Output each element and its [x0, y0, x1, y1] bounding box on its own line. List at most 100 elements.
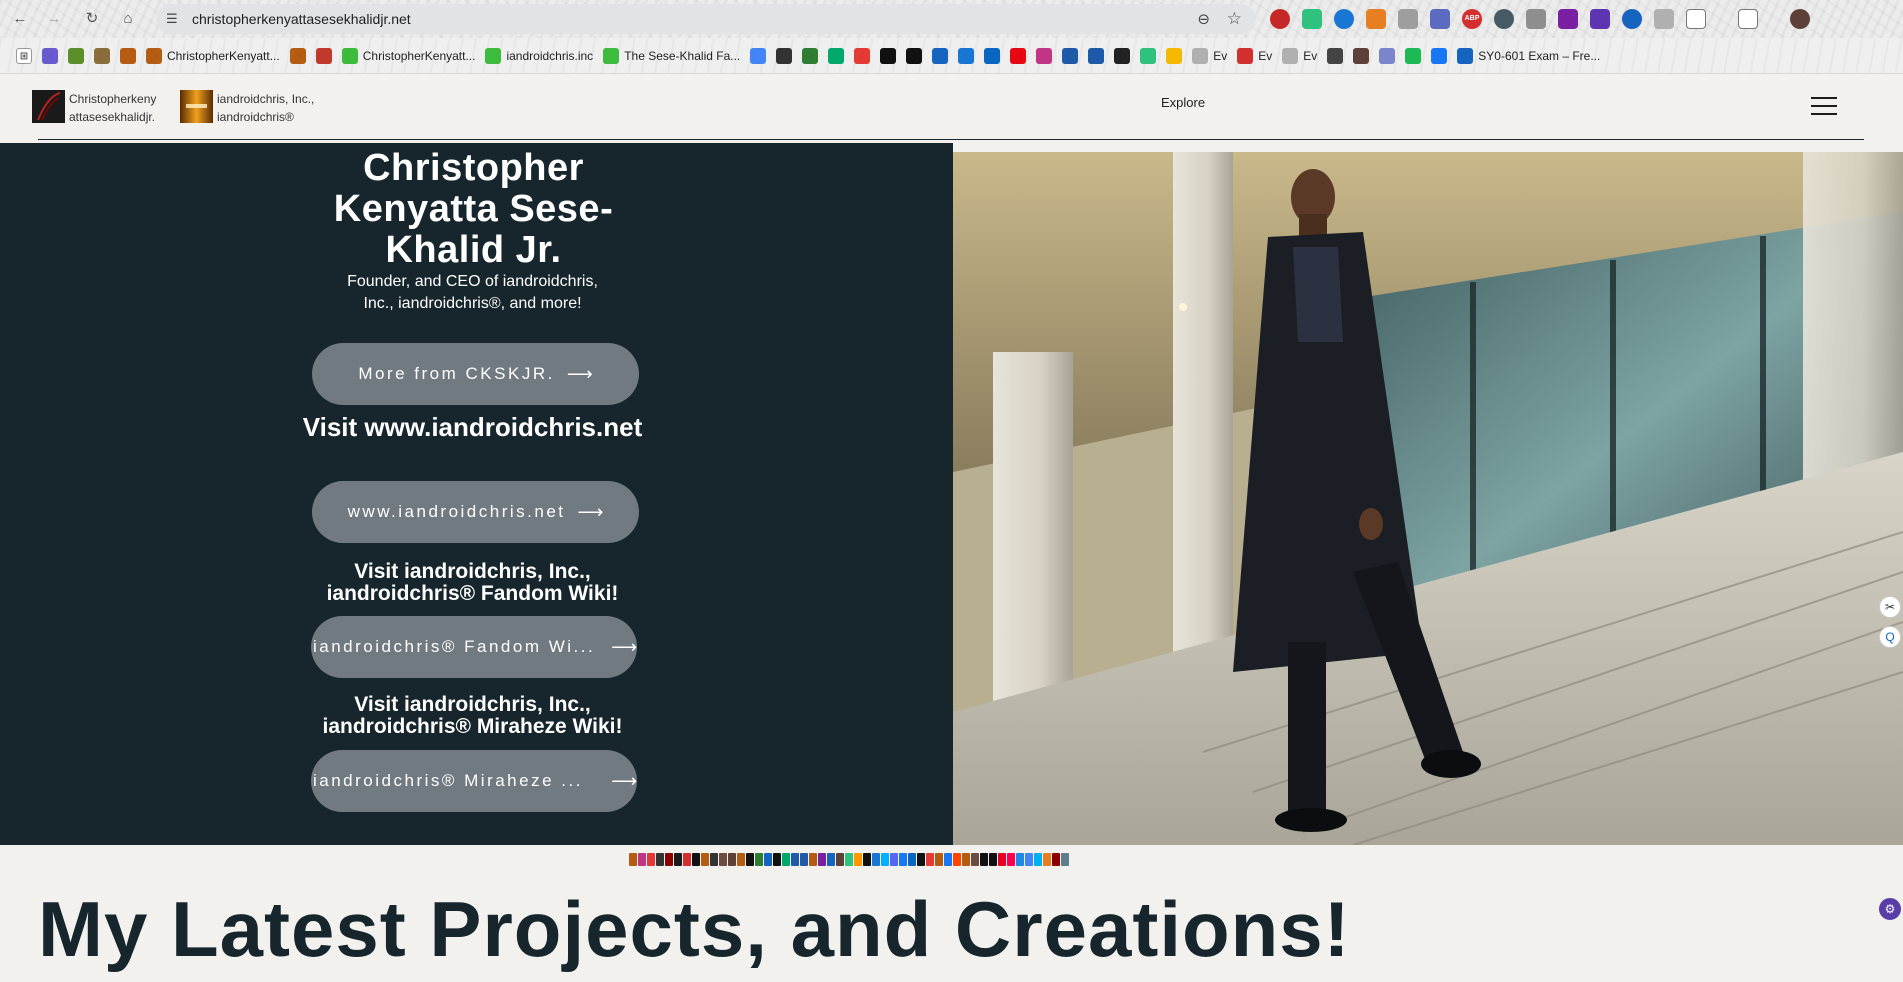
social-link-icon[interactable] — [863, 853, 871, 866]
bookmark-item[interactable]: Ev — [1282, 48, 1317, 64]
site-info-icon[interactable]: ☰ — [166, 11, 182, 27]
extension-opera-icon[interactable] — [1270, 9, 1290, 29]
forward-icon[interactable]: → — [44, 9, 64, 29]
social-link-icon[interactable] — [809, 853, 817, 866]
social-link-icon[interactable] — [737, 853, 745, 866]
social-link-icon[interactable] — [980, 853, 988, 866]
social-link-icon[interactable] — [1043, 853, 1051, 866]
bookmark-item[interactable]: The Sese-Khalid Fa... — [603, 48, 740, 64]
extensions-puzzle-icon[interactable] — [1686, 9, 1706, 29]
bookmark-item[interactable]: ChristopherKenyatt... — [341, 48, 475, 64]
bookmark-item[interactable] — [1166, 48, 1183, 64]
more-from-ckskjr-button[interactable]: More from CKSKJR. ⟶ — [312, 343, 639, 405]
bookmark-item[interactable] — [1405, 48, 1422, 64]
bookmark-item[interactable] — [776, 48, 793, 64]
social-link-icon[interactable] — [1052, 853, 1060, 866]
bookmark-item[interactable] — [802, 48, 819, 64]
bookmark-item[interactable] — [1140, 48, 1157, 64]
social-link-icon[interactable] — [764, 853, 772, 866]
social-link-icon[interactable] — [926, 853, 934, 866]
bookmark-item[interactable]: SY0-601 Exam – Fre... — [1457, 48, 1600, 64]
social-link-icon[interactable] — [782, 853, 790, 866]
extension-gray-icon[interactable] — [1398, 9, 1418, 29]
social-link-icon[interactable] — [845, 853, 853, 866]
bookmark-item[interactable] — [42, 48, 58, 64]
bookmark-item[interactable] — [958, 48, 975, 64]
tab-search-icon[interactable] — [1738, 9, 1758, 29]
apps-icon[interactable]: ⊞ — [16, 48, 32, 64]
bookmark-item[interactable] — [1062, 48, 1079, 64]
social-link-icon[interactable] — [638, 853, 646, 866]
bookmark-item[interactable]: ChristopherKenyatt... — [146, 48, 280, 64]
bookmark-item[interactable] — [932, 48, 949, 64]
bookmark-item[interactable] — [289, 48, 306, 64]
social-link-icon[interactable] — [827, 853, 835, 866]
brand-ckskjr[interactable]: Christopherkeny attasesekhalidjr. — [32, 90, 167, 126]
social-link-icon[interactable] — [917, 853, 925, 866]
extension-q-icon[interactable] — [1622, 9, 1642, 29]
iandroidchris-site-button[interactable]: www.iandroidchris.net ⟶ — [312, 481, 639, 543]
bookmark-item[interactable] — [1353, 48, 1370, 64]
social-link-icon[interactable] — [989, 853, 997, 866]
social-link-icon[interactable] — [998, 853, 1006, 866]
bookmark-item[interactable] — [94, 48, 110, 64]
address-bar[interactable]: ☰ christopherkenyattasesekhalidjr.net ⊖ … — [156, 4, 1256, 34]
social-link-icon[interactable] — [800, 853, 808, 866]
brand-iandroidchris[interactable]: iandroidchris, Inc., iandroidchris® — [180, 90, 327, 126]
bookmark-item[interactable] — [828, 48, 845, 64]
social-link-icon[interactable] — [908, 853, 916, 866]
extension-purple-icon[interactable] — [1558, 9, 1578, 29]
bookmark-item[interactable] — [880, 48, 897, 64]
q-assistant-icon[interactable]: Q — [1879, 626, 1901, 648]
bookmark-item[interactable] — [1036, 48, 1053, 64]
extension-leaf-icon[interactable] — [1302, 9, 1322, 29]
settings-gear-icon[interactable]: ⚙ — [1879, 898, 1901, 920]
social-link-icon[interactable] — [854, 853, 862, 866]
social-link-icon[interactable] — [692, 853, 700, 866]
social-link-icon[interactable] — [710, 853, 718, 866]
extension-card-icon[interactable] — [1430, 9, 1450, 29]
social-link-icon[interactable] — [1007, 853, 1015, 866]
social-link-icon[interactable] — [755, 853, 763, 866]
social-link-icon[interactable] — [719, 853, 727, 866]
scissors-icon[interactable]: ✂ — [1879, 596, 1901, 618]
bookmark-item[interactable] — [120, 48, 136, 64]
bookmark-item[interactable] — [68, 48, 84, 64]
extension-heart-icon[interactable] — [1526, 9, 1546, 29]
social-link-icon[interactable] — [962, 853, 970, 866]
social-link-icon[interactable] — [647, 853, 655, 866]
bookmark-item[interactable] — [1327, 48, 1344, 64]
profile-avatar[interactable] — [1790, 9, 1810, 29]
social-link-icon[interactable] — [944, 853, 952, 866]
bookmark-item[interactable]: iandroidchris.inc — [485, 48, 593, 64]
bookmark-item[interactable] — [1010, 48, 1027, 64]
bookmark-star-icon[interactable]: ☆ — [1227, 9, 1242, 29]
social-link-icon[interactable] — [1061, 853, 1069, 866]
bookmark-item[interactable]: Ev — [1237, 48, 1272, 64]
bookmark-item[interactable] — [1114, 48, 1131, 64]
zoom-icon[interactable]: ⊖ — [1197, 10, 1210, 28]
bookmark-item[interactable] — [1088, 48, 1105, 64]
miraheze-wiki-button[interactable]: iandroidchris® Miraheze ... ⟶ — [311, 750, 637, 812]
social-link-icon[interactable] — [1034, 853, 1042, 866]
social-link-icon[interactable] — [899, 853, 907, 866]
social-link-icon[interactable] — [836, 853, 844, 866]
back-icon[interactable]: ← — [10, 9, 30, 29]
nav-explore[interactable]: Explore — [1161, 95, 1205, 110]
social-link-icon[interactable] — [935, 853, 943, 866]
extension-globe-icon[interactable] — [1494, 9, 1514, 29]
bookmark-item[interactable] — [984, 48, 1001, 64]
bookmark-item[interactable] — [1379, 48, 1396, 64]
social-link-icon[interactable] — [818, 853, 826, 866]
bookmark-item[interactable] — [854, 48, 871, 64]
social-link-icon[interactable] — [629, 853, 637, 866]
social-link-icon[interactable] — [701, 853, 709, 866]
social-link-icon[interactable] — [890, 853, 898, 866]
home-icon[interactable]: ⌂ — [118, 9, 138, 29]
social-link-icon[interactable] — [872, 853, 880, 866]
social-link-icon[interactable] — [674, 853, 682, 866]
social-link-icon[interactable] — [971, 853, 979, 866]
social-link-icon[interactable] — [881, 853, 889, 866]
social-link-icon[interactable] — [683, 853, 691, 866]
bookmark-item[interactable]: Ev — [1192, 48, 1227, 64]
